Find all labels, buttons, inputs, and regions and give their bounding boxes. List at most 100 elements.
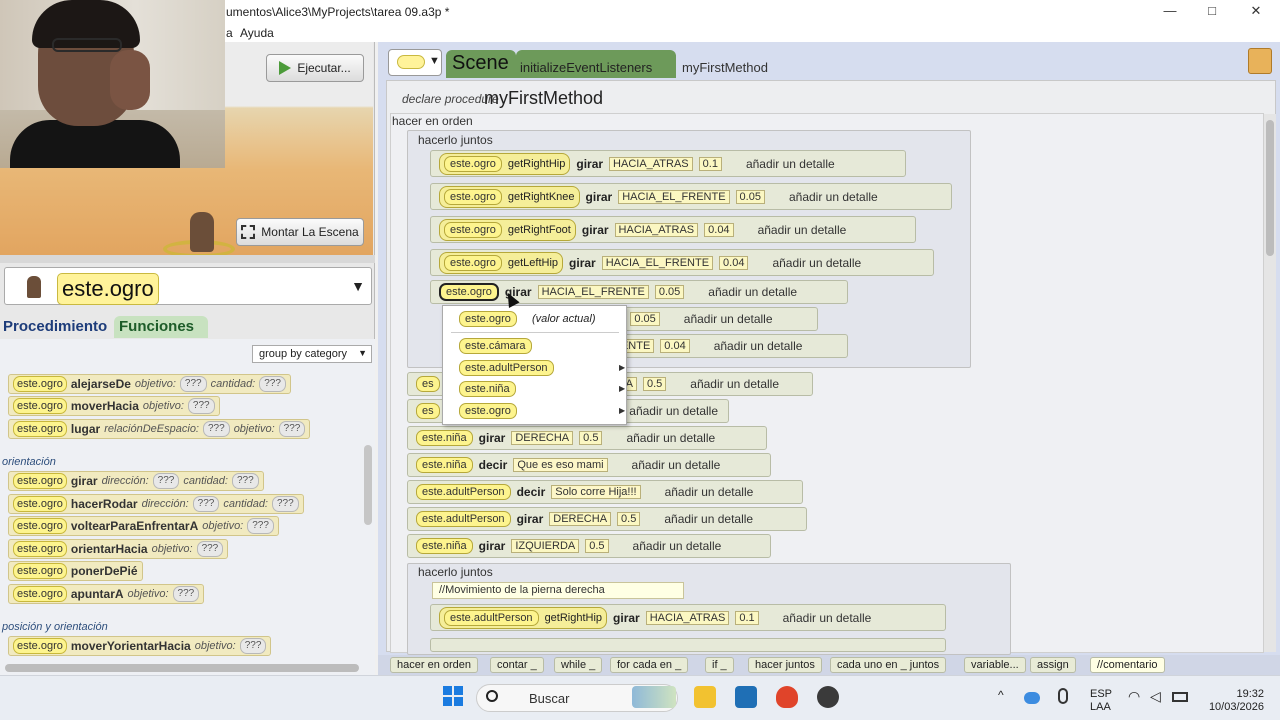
amount-value[interactable]: 0.05 (735, 189, 765, 204)
statement-row[interactable]: este.ogro getRightHip girar HACIA_ATRAS 0… (430, 150, 906, 177)
object-chip[interactable]: este.niña (416, 430, 473, 446)
add-detail-button[interactable]: añadir un detalle (629, 404, 718, 418)
direction-value[interactable]: HACIA_ATRAS (609, 156, 693, 171)
minimize-button[interactable]: — (1150, 2, 1190, 20)
statement-row[interactable]: este.niña girar IZQUIERDA 0.5 añadir un … (407, 534, 771, 558)
tab-scene[interactable]: Scene (446, 50, 516, 78)
add-detail-button[interactable]: añadir un detalle (626, 431, 715, 445)
add-detail-button[interactable]: añadir un detalle (684, 312, 773, 326)
statement-row[interactable]: este.ogro getRightKnee girar HACIA_EL_FRE… (430, 183, 952, 210)
direction-value[interactable]: DERECHA (549, 512, 612, 526)
panel-splitter[interactable] (0, 255, 375, 263)
palette-do-in-order[interactable]: hacer en orden (390, 657, 478, 673)
object-chip-selected[interactable]: este.ogro (439, 283, 499, 301)
joint-getter[interactable]: este.adultPerson getRightHip (439, 606, 608, 629)
amount-value[interactable]: 0.5 (579, 431, 603, 445)
palette-count[interactable]: contar _ (490, 657, 544, 673)
menu-item-adultperson[interactable]: este.adultPerson (459, 360, 554, 376)
windows-start-icon[interactable] (443, 686, 463, 706)
tile-apuntarA[interactable]: este.ogro apuntarA objetivo: ??? (8, 584, 205, 604)
statement-row[interactable]: este.adultPerson getRightHip girar HACIA_… (430, 604, 946, 631)
object-chip[interactable]: este.adultPerson (416, 484, 511, 500)
brave-browser-icon[interactable] (776, 686, 798, 708)
widgets-icon[interactable] (632, 686, 676, 708)
palette-while[interactable]: while _ (554, 657, 603, 673)
statement-row[interactable]: este.ogro girar HACIA_EL_FRENTE 0.05 aña… (430, 280, 848, 304)
add-detail-button[interactable]: añadir un detalle (708, 285, 797, 299)
statement-row[interactable]: este.adultPerson girar DERECHA 0.5 añadi… (407, 507, 807, 531)
tile-lugar[interactable]: este.ogro lugar relaciónDeEspacio: ??? o… (8, 419, 311, 439)
app-icon[interactable] (817, 686, 839, 708)
add-detail-button[interactable]: añadir un detalle (632, 458, 721, 472)
amount-value[interactable]: 0.5 (617, 512, 641, 526)
tab-functions[interactable]: Funciones (114, 316, 208, 338)
amount-value[interactable]: 0.5 (642, 377, 667, 391)
type-selector[interactable]: ▼ (388, 49, 442, 76)
left-horizontal-scrollbar[interactable] (5, 664, 359, 672)
text-value[interactable]: Que es eso mami (513, 458, 608, 472)
direction-value[interactable]: IZQUIERDA (511, 539, 580, 553)
statement-row[interactable]: S 0.05 añadir un detalle (600, 307, 818, 331)
add-detail-button[interactable]: añadir un detalle (690, 377, 779, 391)
palette-if[interactable]: if _ (705, 657, 734, 673)
code-scroll-thumb[interactable] (1266, 120, 1274, 256)
object-selector[interactable]: este.ogro ▼ (4, 267, 372, 305)
file-explorer-icon[interactable] (694, 686, 716, 708)
statement-row[interactable]: este.niña decir Que es eso mami añadir u… (407, 453, 771, 477)
menu-item-camera[interactable]: este.cámara (459, 338, 532, 354)
tile-girar[interactable]: este.ogro girar dirección: ??? cantidad:… (8, 471, 264, 491)
group-by-select[interactable]: group by category ▼ (252, 345, 372, 363)
clock[interactable]: 19:32 10/03/2026 (1204, 688, 1264, 714)
run-button[interactable]: Ejecutar... (266, 54, 364, 82)
amount-value[interactable]: 0.05 (630, 312, 660, 326)
show-hidden-icons-icon[interactable]: ^ (998, 688, 1004, 702)
microphone-icon[interactable] (1058, 688, 1068, 704)
amount-value[interactable]: 0.1 (698, 156, 722, 171)
amount-value[interactable]: 0.04 (660, 339, 690, 353)
tab-initialize-event-listeners[interactable]: initializeEventListeners (516, 50, 676, 78)
add-detail-button[interactable]: añadir un detalle (789, 190, 878, 204)
add-detail-button[interactable]: añadir un detalle (746, 157, 835, 171)
statement-row[interactable]: este.niña girar DERECHA 0.5 añadir un de… (407, 426, 767, 450)
tab-my-first-method[interactable]: myFirstMethod (678, 50, 774, 78)
tile-moverYorientarHacia[interactable]: este.ogro moverYorientarHacia objetivo: … (8, 636, 272, 656)
left-vertical-scrollbar[interactable] (364, 445, 372, 525)
amount-value[interactable]: 0.1 (735, 610, 759, 625)
palette-do-together[interactable]: hacer juntos (748, 657, 822, 673)
tab-procedures[interactable]: Procedimiento (0, 315, 114, 339)
text-value[interactable]: Solo corre Hija!!! (551, 485, 641, 499)
direction-value[interactable]: DERECHA (511, 431, 574, 445)
palette-for-each[interactable]: for cada en _ (610, 657, 689, 673)
palette-assign[interactable]: assign (1030, 657, 1076, 673)
chevron-down-icon[interactable]: ▼ (351, 278, 365, 294)
joint-getter[interactable]: este.ogro getRightKnee (439, 185, 580, 208)
statement-row[interactable]: RENTE 0.04 añadir un detalle (600, 334, 848, 358)
close-button[interactable]: ✕ (1236, 2, 1276, 20)
menu-item-partial[interactable]: a (226, 26, 233, 40)
menu-item-ogro[interactable]: este.ogro (459, 403, 517, 419)
tile-ponerDePie[interactable]: este.ogro ponerDePié (8, 561, 143, 581)
object-chip[interactable]: es (416, 403, 440, 419)
add-detail-button[interactable]: añadir un detalle (633, 539, 722, 553)
direction-value[interactable]: HACIA_ATRAS (614, 222, 699, 237)
battery-icon[interactable] (1172, 692, 1188, 702)
object-chip[interactable]: este.niña (416, 538, 473, 554)
add-detail-button[interactable]: añadir un detalle (664, 512, 753, 526)
object-chip[interactable]: este.niña (416, 457, 473, 473)
joint-getter[interactable]: este.ogro getRightHip (439, 152, 571, 175)
volume-icon[interactable]: ◁ (1150, 688, 1161, 705)
direction-value[interactable]: HACIA_EL_FRENTE (537, 285, 649, 299)
direction-value[interactable]: HACIA_EL_FRENTE (618, 189, 730, 204)
direction-value[interactable]: HACIA_ATRAS (645, 610, 730, 625)
statement-row[interactable]: este.ogro getRightFoot girar HACIA_ATRAS … (430, 216, 916, 243)
add-detail-button[interactable]: añadir un detalle (783, 611, 872, 625)
direction-value[interactable]: HACIA_EL_FRENTE (601, 255, 714, 270)
add-detail-button[interactable]: añadir un detalle (714, 339, 803, 353)
amount-value[interactable]: 0.5 (585, 539, 609, 553)
tile-voltearParaEnfrentarA[interactable]: este.ogro voltearParaEnfrentarA objetivo… (8, 516, 279, 536)
palette-variable[interactable]: variable... (964, 657, 1026, 673)
menu-item-current-value[interactable]: este.ogro (valor actual) (459, 311, 596, 327)
language-indicator[interactable]: ESP LAA (1090, 688, 1112, 714)
palette-each-in-together[interactable]: cada uno en _ juntos (830, 657, 947, 673)
code-comment[interactable]: //Movimiento de la pierna derecha (432, 582, 684, 599)
